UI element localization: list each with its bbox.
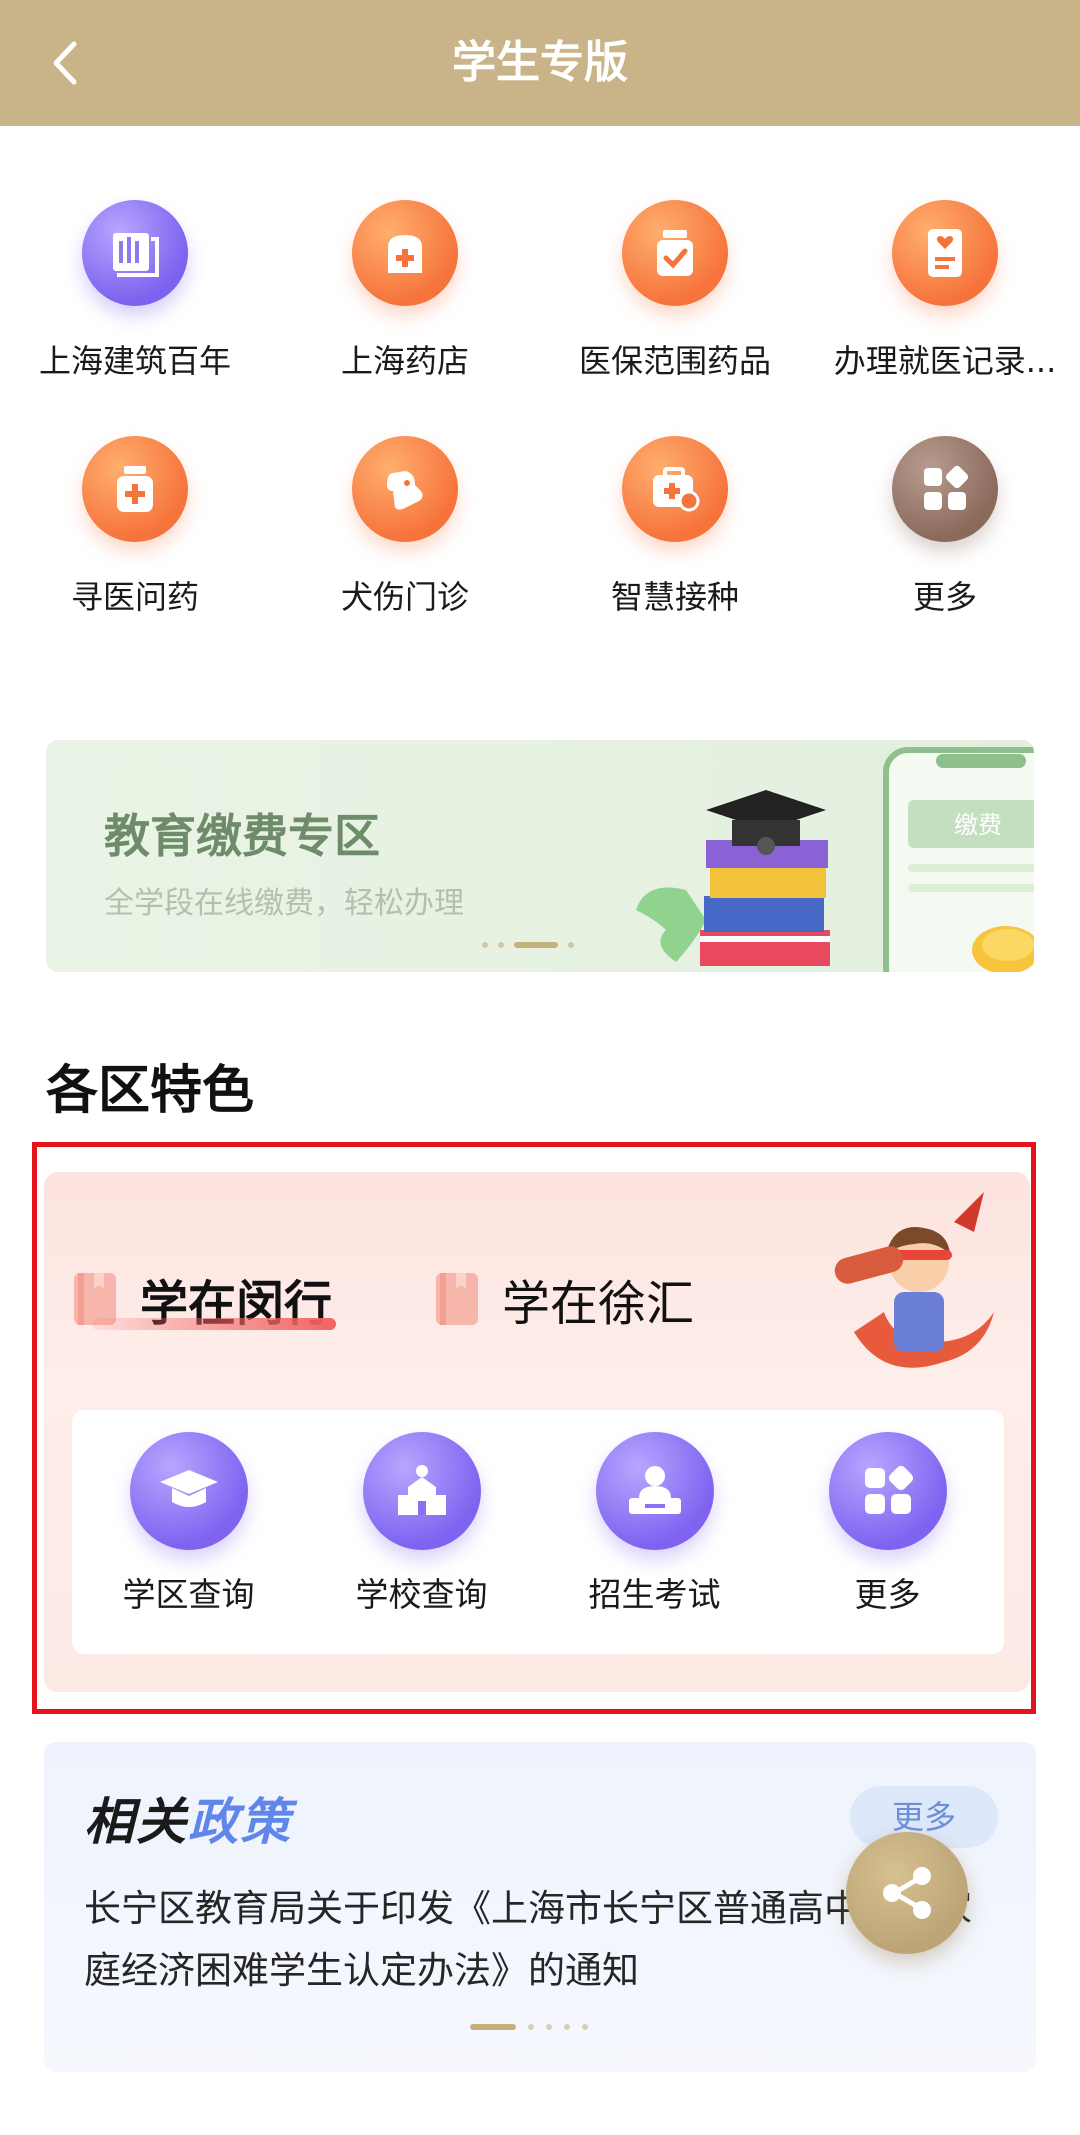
pharmacy-icon [352,200,458,306]
banner-subtitle: 全学段在线缴费，轻松办理 [104,886,464,921]
service-label: 办理就医记录... [833,342,1057,380]
pagination-dot [582,2024,588,2030]
banner-pagination [482,942,574,948]
pagination-dot [482,942,488,948]
pagination-dot [498,942,504,948]
top-bar: 学生专版 [0,0,1080,126]
policy-title-part2: 政策 [188,1793,292,1851]
highlight-annotation [32,1142,1036,1714]
service-shanghai-pharmacy[interactable]: 上海药店 [270,200,540,436]
share-icon [883,1867,931,1919]
policy-title-part1: 相关 [84,1793,188,1851]
service-find-doctor[interactable]: 寻医问药 [0,436,270,672]
medical-record-icon [892,200,998,306]
service-dog-bite-clinic[interactable]: 犬伤门诊 [270,436,540,672]
pagination-dot-active [514,942,558,948]
service-insurance-drugs[interactable]: 医保范围药品 [540,200,810,436]
banner-title: 教育缴费专区 [104,809,380,863]
pagination-dot [528,2024,534,2030]
building-book-icon [82,200,188,306]
service-label: 寻医问药 [70,578,199,616]
education-payment-banner[interactable]: 教育缴费专区 全学段在线缴费，轻松办理 缴费 [46,740,1034,972]
pagination-dot-active [470,2024,516,2030]
service-shanghai-architecture[interactable]: 上海建筑百年 [0,200,270,436]
page-title: 学生专版 [452,37,628,88]
payment-illustration: 缴费 [636,747,1034,972]
phone-pay-label: 缴费 [954,811,1002,839]
vaccine-kit-icon [622,436,728,542]
section-title-districts: 各区特色 [46,1061,255,1121]
share-button[interactable] [846,1832,968,1954]
service-label: 上海药店 [340,342,469,380]
medicine-jar-icon [622,200,728,306]
service-smart-vaccination[interactable]: 智慧接种 [540,436,810,672]
pagination-dot [546,2024,552,2030]
service-medical-record[interactable]: 办理就医记录... [810,200,1080,436]
service-label: 犬伤门诊 [340,578,469,616]
service-label: 上海建筑百年 [38,342,231,380]
policy-section-title: 相关政策 [84,1782,292,1854]
policy-pagination [470,2024,588,2030]
pagination-dot [568,942,574,948]
service-row-2: 寻医问药 犬伤门诊 智慧接种 更多 [0,436,1080,672]
medicine-bottle-icon [82,436,188,542]
grid-more-icon [892,436,998,542]
service-more[interactable]: 更多 [810,436,1080,672]
service-label: 智慧接种 [610,578,739,616]
service-label: 医保范围药品 [578,342,771,380]
service-label: 更多 [912,578,977,616]
pagination-dot [564,2024,570,2030]
service-grid: 上海建筑百年 上海药店 医保范围药品 办理就医记录... 寻医问药 犬伤门诊 智… [0,200,1080,672]
dog-icon [352,436,458,542]
service-row-1: 上海建筑百年 上海药店 医保范围药品 办理就医记录... [0,200,1080,436]
